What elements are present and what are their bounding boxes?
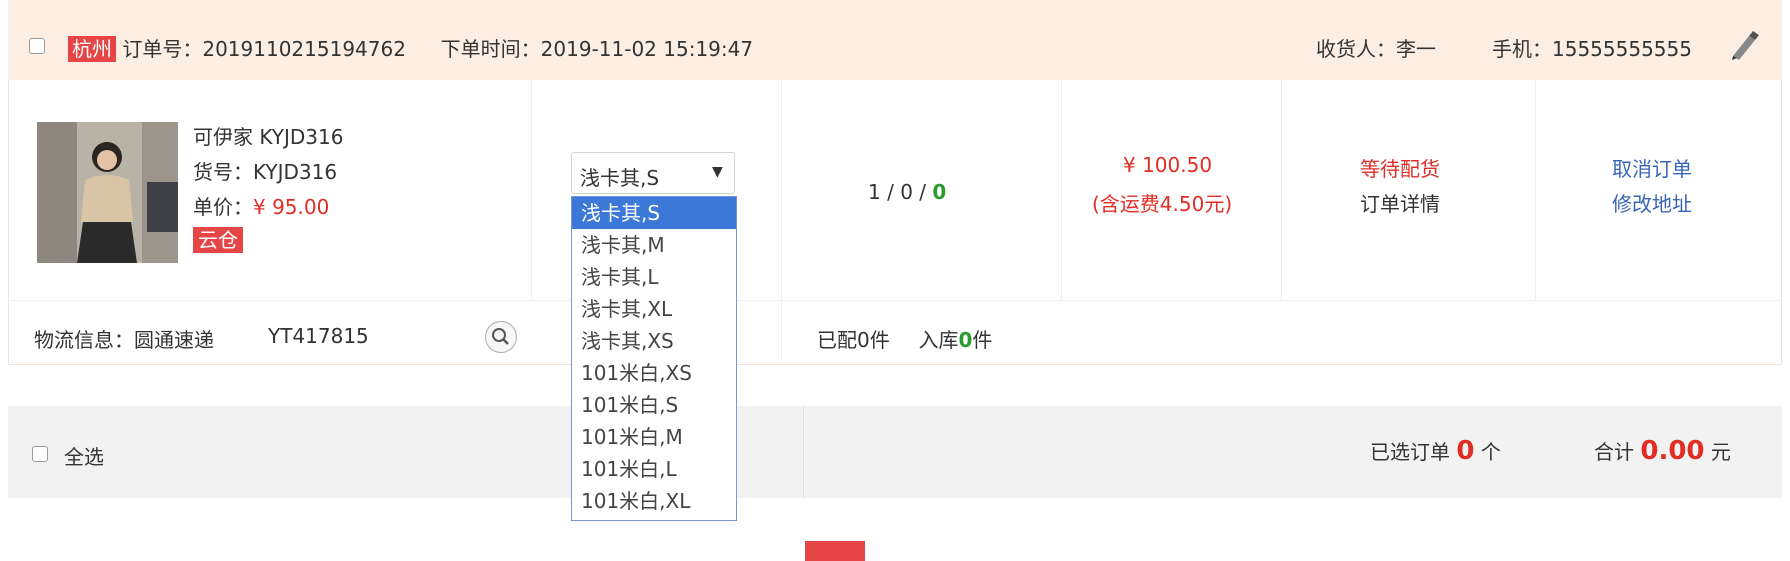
quantity-stocked: 0 [932, 180, 947, 204]
dropdown-option[interactable]: 101米白,S [572, 389, 736, 421]
dropdown-option[interactable]: 浅卡其,S [572, 197, 736, 229]
shipping-fee: (含运费4.50元) [1092, 192, 1233, 216]
divider [781, 80, 782, 365]
price-value: ¥ 95.00 [253, 195, 330, 219]
product-image[interactable] [37, 122, 178, 263]
variant-select[interactable]: 浅卡其,S ▼ [571, 152, 735, 194]
dropdown-option[interactable]: 101米白,L [572, 453, 736, 485]
variant-dropdown: 浅卡其,S 浅卡其,M 浅卡其,L 浅卡其,XL 浅卡其,XS 101米白,XS… [571, 196, 737, 521]
dropdown-option[interactable]: 101米白,XL [572, 485, 736, 517]
phone: 手机：15555555555 [1492, 37, 1692, 61]
variant-select-value: 浅卡其,S [580, 166, 660, 190]
receiver: 收货人：李一 [1316, 37, 1436, 61]
selected-count: 0 [1456, 436, 1475, 466]
allocation-summary: 已配0件 入库0件 [817, 328, 993, 352]
product-sku: 货号：KYJD316 [193, 160, 338, 184]
divider [1281, 80, 1282, 300]
tracking-number: YT417815 [268, 324, 369, 348]
order-header-left: 杭州 订单号：2019110215194762 下单时间：2019-11-02 … [68, 33, 753, 62]
dropdown-option[interactable]: 101米白,XS [572, 357, 736, 389]
order-status: 等待配货 [1360, 157, 1440, 181]
dropdown-option[interactable]: 浅卡其,XS [572, 325, 736, 357]
price-label: 单价： [193, 195, 253, 219]
total-value: 0.00 [1640, 436, 1705, 466]
edit-pen-icon[interactable] [1727, 28, 1761, 65]
select-all-checkbox[interactable] [32, 446, 48, 462]
divider [1535, 80, 1536, 300]
search-icon[interactable] [485, 321, 517, 353]
dropdown-option[interactable]: 浅卡其,M [572, 229, 736, 261]
footer-bar [8, 406, 1782, 498]
divider [1061, 80, 1062, 300]
warehouse-badge: 云仓 [193, 224, 243, 253]
stocked-count: 0 [958, 328, 973, 352]
quantity-ordered: 1 [868, 180, 881, 204]
select-all-label[interactable]: 全选 [64, 441, 104, 470]
divider [8, 300, 1782, 301]
logistics-carrier: 物流信息：圆通速递 [34, 328, 214, 352]
order-total: ¥ 100.50 [1123, 153, 1213, 177]
product-name: 可伊家 KYJD316 [193, 125, 344, 149]
divider [803, 406, 804, 498]
dropdown-option[interactable]: 101米白,M [572, 421, 736, 453]
allocated-count: 0 [857, 328, 870, 352]
dropdown-option[interactable]: 浅卡其,XL [572, 293, 736, 325]
chevron-down-icon: ▼ [712, 164, 723, 180]
warehouse-tag: 云仓 [193, 227, 243, 253]
order-number: 订单号：2019110215194762 [122, 37, 406, 61]
selected-orders: 已选订单 0 个 [1370, 436, 1501, 466]
city-tag: 杭州 [68, 36, 116, 62]
order-detail-link[interactable]: 订单详情 [1360, 188, 1440, 217]
pager-button[interactable] [805, 541, 865, 561]
product-price: 单价：¥ 95.00 [193, 191, 329, 220]
quantity: 1 / 0 / 0 [868, 180, 947, 204]
order-checkbox[interactable] [29, 38, 45, 54]
dropdown-option[interactable]: 浅卡其,L [572, 261, 736, 293]
divider [531, 80, 532, 300]
edit-address-link[interactable]: 修改地址 [1612, 188, 1692, 217]
order-time: 下单时间：2019-11-02 15:19:47 [440, 37, 754, 61]
cancel-order-link[interactable]: 取消订单 [1612, 153, 1692, 182]
order-total-sum: 合计 0.00 元 [1594, 436, 1731, 466]
quantity-allocated: 0 [900, 180, 913, 204]
